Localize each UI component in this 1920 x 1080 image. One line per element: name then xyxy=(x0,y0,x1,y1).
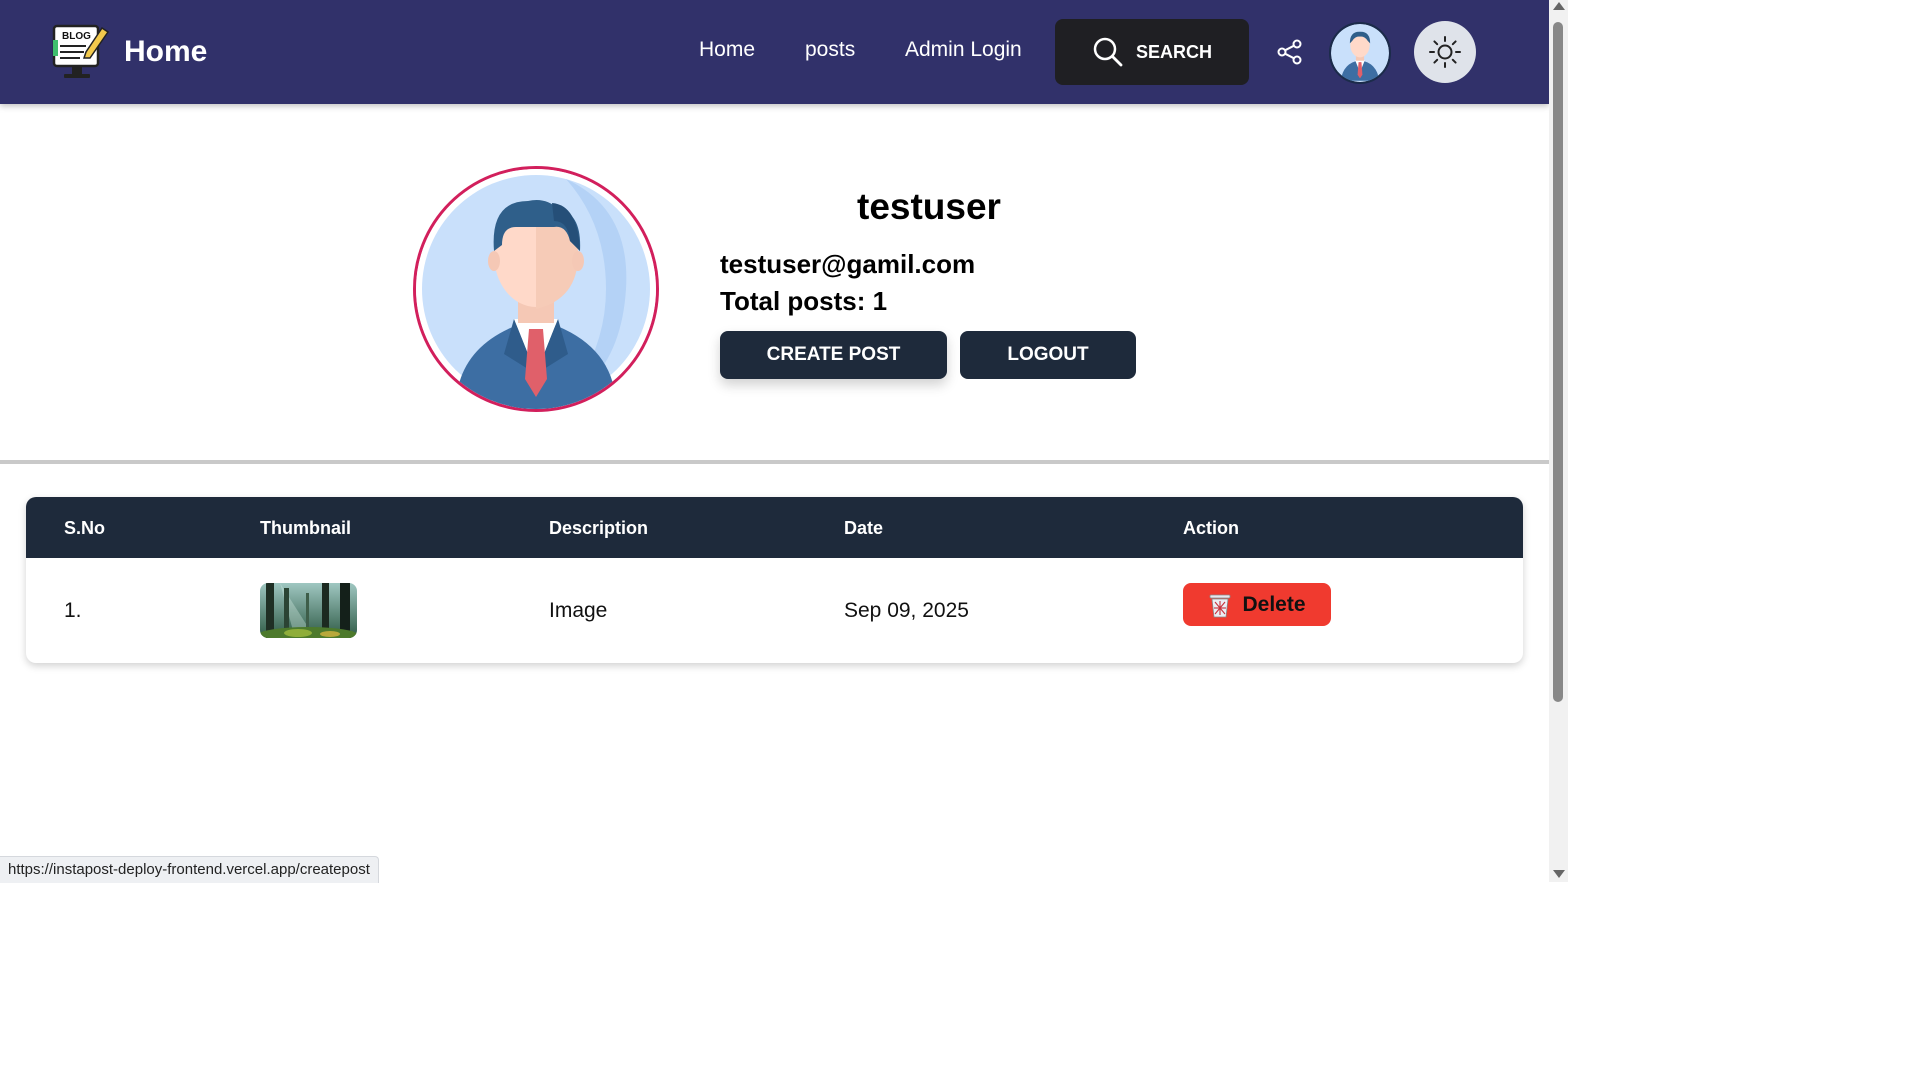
brand[interactable]: BLOG Home xyxy=(50,22,207,82)
profile-email: testuser@gamil.com xyxy=(720,249,976,279)
create-post-button[interactable]: CREATE POST xyxy=(720,331,947,379)
column-header-description: Description xyxy=(549,518,649,538)
search-button[interactable]: SEARCH xyxy=(1055,19,1249,85)
logout-button[interactable]: LOGOUT xyxy=(960,331,1136,379)
person-avatar-icon xyxy=(416,169,656,409)
column-header-sno: S.No xyxy=(64,518,106,538)
post-thumbnail[interactable] xyxy=(260,583,357,638)
search-icon xyxy=(1093,37,1123,67)
profile-avatar xyxy=(413,166,659,412)
user-avatar-button[interactable] xyxy=(1329,22,1391,84)
share-icon[interactable] xyxy=(1276,38,1304,66)
create-post-label: CREATE POST xyxy=(766,344,901,365)
delete-button[interactable]: Delete xyxy=(1183,583,1331,626)
delete-label: Delete xyxy=(1242,592,1306,616)
status-bar-url: https://instapost-deploy-frontend.vercel… xyxy=(0,856,379,883)
column-header-date: Date xyxy=(844,518,884,538)
section-divider xyxy=(0,460,1549,464)
search-label: SEARCH xyxy=(1135,41,1212,62)
nav-link-home[interactable]: Home xyxy=(699,38,755,62)
theme-toggle-button[interactable] xyxy=(1414,21,1476,83)
blog-monitor-icon: BLOG xyxy=(52,24,110,78)
sun-icon xyxy=(1429,36,1461,68)
forest-image xyxy=(260,583,357,638)
cell-date: Sep 09, 2025 xyxy=(844,599,969,622)
scrollbar-thumb[interactable] xyxy=(1553,22,1563,702)
cell-description: Image xyxy=(549,599,608,622)
brand-title: Home xyxy=(124,35,208,68)
avatar-icon xyxy=(1331,24,1389,82)
trash-icon xyxy=(1210,594,1231,617)
nav-link-posts[interactable]: posts xyxy=(805,38,855,62)
svg-text:BLOG: BLOG xyxy=(62,31,91,42)
vertical-scrollbar[interactable] xyxy=(1549,0,1568,882)
logout-label: LOGOUT xyxy=(1007,344,1089,365)
profile-username: testuser xyxy=(857,186,1001,227)
table-header: S.No Thumbnail Description Date Action xyxy=(26,497,1523,558)
cell-sno: 1. xyxy=(64,599,82,622)
posts-table: S.No Thumbnail Description Date Action 1… xyxy=(26,497,1523,663)
nav-link-admin-login[interactable]: Admin Login xyxy=(905,38,1022,62)
scroll-down-arrow-icon[interactable] xyxy=(1553,870,1565,878)
column-header-action: Action xyxy=(1183,518,1239,538)
scroll-up-arrow-icon[interactable] xyxy=(1553,2,1565,10)
top-navbar: BLOG Home Home posts Admin Login SEARCH xyxy=(0,0,1549,104)
column-header-thumbnail: Thumbnail xyxy=(260,518,351,538)
profile-total-posts: Total posts: 1 xyxy=(720,286,888,316)
